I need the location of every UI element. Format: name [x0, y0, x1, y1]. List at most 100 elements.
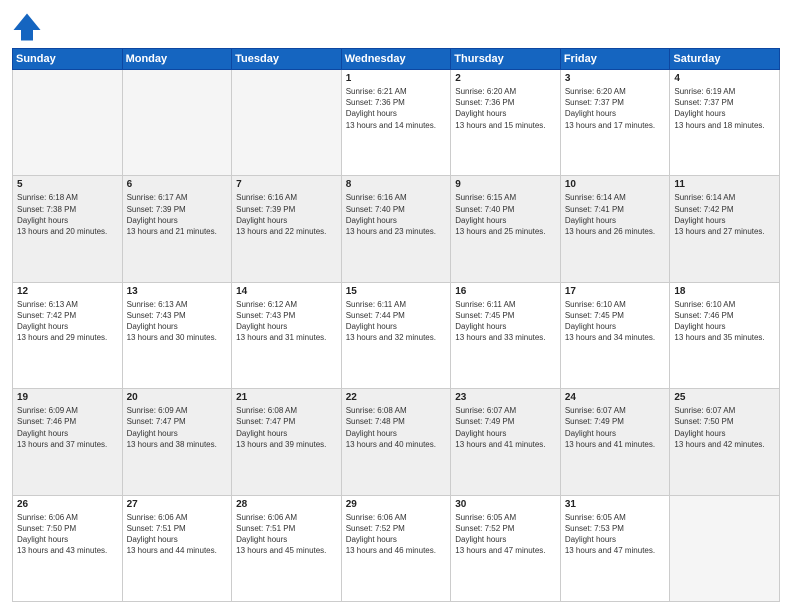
- calendar-cell: 31Sunrise: 6:05 AMSunset: 7:53 PMDayligh…: [560, 495, 670, 601]
- calendar-cell: 23 Sunrise: 6:07 AMSunset: 7:49 PMDayligh…: [451, 389, 561, 495]
- day-number: 7: [236, 179, 337, 190]
- day-info: Sunrise: 6:09 AMSunset: 7:46 PMDaylight …: [17, 405, 118, 450]
- day-info: Sunrise: 6:20 AMSunset: 7:36 PMDaylight …: [455, 86, 556, 131]
- day-number: 16: [455, 286, 556, 297]
- calendar-cell: 11Sunrise: 6:14 AMSunset: 7:42 PMDayligh…: [670, 176, 780, 282]
- day-number: 12: [17, 286, 118, 297]
- day-number: 14: [236, 286, 337, 297]
- day-number: 23: [455, 392, 556, 403]
- calendar-cell: 19 Sunrise: 6:09 AMSunset: 7:46 PMDayligh…: [13, 389, 123, 495]
- calendar-cell: 16 Sunrise: 6:11 AMSunset: 7:45 PMDayligh…: [451, 282, 561, 388]
- day-number: 1: [346, 73, 447, 84]
- header: [12, 10, 780, 42]
- calendar-cell: [670, 495, 780, 601]
- day-info: Sunrise: 6:10 AMSunset: 7:45 PMDaylight …: [565, 299, 666, 344]
- calendar-cell: 26 Sunrise: 6:06 AMSunset: 7:50 PMDayligh…: [13, 495, 123, 601]
- day-info: Sunrise: 6:10 AMSunset: 7:46 PMDaylight …: [674, 299, 775, 344]
- weekday-header-sunday: Sunday: [13, 49, 123, 70]
- calendar-week-row: 19 Sunrise: 6:09 AMSunset: 7:46 PMDayligh…: [13, 389, 780, 495]
- day-number: 4: [674, 73, 775, 84]
- calendar-cell: [122, 70, 232, 176]
- day-info: Sunrise: 6:06 AMSunset: 7:51 PMDaylight …: [127, 512, 228, 557]
- day-info: Sunrise: 6:07 AMSunset: 7:50 PMDaylight …: [674, 405, 775, 450]
- day-number: 19: [17, 392, 118, 403]
- day-number: 25: [674, 392, 775, 403]
- calendar-cell: 17 Sunrise: 6:10 AMSunset: 7:45 PMDayligh…: [560, 282, 670, 388]
- day-info: Sunrise: 6:11 AMSunset: 7:44 PMDaylight …: [346, 299, 447, 344]
- day-info: Sunrise: 6:13 AMSunset: 7:43 PMDaylight …: [127, 299, 228, 344]
- day-number: 5: [17, 179, 118, 190]
- day-number: 22: [346, 392, 447, 403]
- day-info: Sunrise: 6:14 AMSunset: 7:41 PMDaylight …: [565, 192, 666, 237]
- calendar-cell: 6 Sunrise: 6:17 AMSunset: 7:39 PMDaylight…: [122, 176, 232, 282]
- day-info: Sunrise: 6:06 AMSunset: 7:50 PMDaylight …: [17, 512, 118, 557]
- day-info: Sunrise: 6:20 AMSunset: 7:37 PMDaylight …: [565, 86, 666, 131]
- day-info: Sunrise: 6:17 AMSunset: 7:39 PMDaylight …: [127, 192, 228, 237]
- calendar-cell: [13, 70, 123, 176]
- day-number: 29: [346, 499, 447, 510]
- calendar-cell: 30Sunrise: 6:05 AMSunset: 7:52 PMDayligh…: [451, 495, 561, 601]
- day-number: 31: [565, 499, 666, 510]
- calendar-week-row: 12 Sunrise: 6:13 AMSunset: 7:42 PMDayligh…: [13, 282, 780, 388]
- calendar-cell: 29Sunrise: 6:06 AMSunset: 7:52 PMDayligh…: [341, 495, 451, 601]
- day-info: Sunrise: 6:18 AMSunset: 7:38 PMDaylight …: [17, 192, 118, 237]
- weekday-header-friday: Friday: [560, 49, 670, 70]
- day-number: 15: [346, 286, 447, 297]
- day-number: 26: [17, 499, 118, 510]
- day-info: Sunrise: 6:11 AMSunset: 7:45 PMDaylight …: [455, 299, 556, 344]
- day-number: 6: [127, 179, 228, 190]
- day-number: 30: [455, 499, 556, 510]
- weekday-header-tuesday: Tuesday: [232, 49, 342, 70]
- day-info: Sunrise: 6:14 AMSunset: 7:42 PMDaylight …: [674, 192, 775, 237]
- calendar-cell: [232, 70, 342, 176]
- day-number: 28: [236, 499, 337, 510]
- calendar-cell: 22Sunrise: 6:08 AMSunset: 7:48 PMDayligh…: [341, 389, 451, 495]
- calendar-cell: 28Sunrise: 6:06 AMSunset: 7:51 PMDayligh…: [232, 495, 342, 601]
- calendar-cell: 18 Sunrise: 6:10 AMSunset: 7:46 PMDayligh…: [670, 282, 780, 388]
- calendar-cell: 25 Sunrise: 6:07 AMSunset: 7:50 PMDayligh…: [670, 389, 780, 495]
- calendar-cell: 10 Sunrise: 6:14 AMSunset: 7:41 PMDayligh…: [560, 176, 670, 282]
- day-number: 27: [127, 499, 228, 510]
- day-info: Sunrise: 6:09 AMSunset: 7:47 PMDaylight …: [127, 405, 228, 450]
- day-info: Sunrise: 6:16 AMSunset: 7:40 PMDaylight …: [346, 192, 447, 237]
- day-number: 13: [127, 286, 228, 297]
- day-info: Sunrise: 6:13 AMSunset: 7:42 PMDaylight …: [17, 299, 118, 344]
- day-info: Sunrise: 6:08 AMSunset: 7:47 PMDaylight …: [236, 405, 337, 450]
- weekday-header-thursday: Thursday: [451, 49, 561, 70]
- calendar-cell: 21 Sunrise: 6:08 AMSunset: 7:47 PMDayligh…: [232, 389, 342, 495]
- calendar-week-row: 5 Sunrise: 6:18 AMSunset: 7:38 PMDaylight…: [13, 176, 780, 282]
- calendar-table: SundayMondayTuesdayWednesdayThursdayFrid…: [12, 48, 780, 602]
- calendar-cell: 27 Sunrise: 6:06 AMSunset: 7:51 PMDayligh…: [122, 495, 232, 601]
- calendar-week-row: 26 Sunrise: 6:06 AMSunset: 7:50 PMDayligh…: [13, 495, 780, 601]
- day-info: Sunrise: 6:12 AMSunset: 7:43 PMDaylight …: [236, 299, 337, 344]
- calendar-week-row: 1 Sunrise: 6:21 AMSunset: 7:36 PMDaylight…: [13, 70, 780, 176]
- day-number: 2: [455, 73, 556, 84]
- day-number: 18: [674, 286, 775, 297]
- day-info: Sunrise: 6:07 AMSunset: 7:49 PMDaylight …: [455, 405, 556, 450]
- calendar-cell: 1 Sunrise: 6:21 AMSunset: 7:36 PMDaylight…: [341, 70, 451, 176]
- calendar-cell: 12 Sunrise: 6:13 AMSunset: 7:42 PMDayligh…: [13, 282, 123, 388]
- day-number: 17: [565, 286, 666, 297]
- calendar-cell: 4 Sunrise: 6:19 AMSunset: 7:37 PMDaylight…: [670, 70, 780, 176]
- day-number: 21: [236, 392, 337, 403]
- day-info: Sunrise: 6:07 AMSunset: 7:49 PMDaylight …: [565, 405, 666, 450]
- calendar-cell: 7 Sunrise: 6:16 AMSunset: 7:39 PMDaylight…: [232, 176, 342, 282]
- calendar-cell: 24 Sunrise: 6:07 AMSunset: 7:49 PMDayligh…: [560, 389, 670, 495]
- weekday-header-row: SundayMondayTuesdayWednesdayThursdayFrid…: [13, 49, 780, 70]
- calendar-cell: 8 Sunrise: 6:16 AMSunset: 7:40 PMDaylight…: [341, 176, 451, 282]
- calendar-cell: 5 Sunrise: 6:18 AMSunset: 7:38 PMDaylight…: [13, 176, 123, 282]
- day-number: 9: [455, 179, 556, 190]
- day-info: Sunrise: 6:19 AMSunset: 7:37 PMDaylight …: [674, 86, 775, 131]
- calendar-cell: 3Sunrise: 6:20 AMSunset: 7:37 PMDaylight…: [560, 70, 670, 176]
- calendar-cell: 9 Sunrise: 6:15 AMSunset: 7:40 PMDaylight…: [451, 176, 561, 282]
- day-info: Sunrise: 6:16 AMSunset: 7:39 PMDaylight …: [236, 192, 337, 237]
- weekday-header-saturday: Saturday: [670, 49, 780, 70]
- day-number: 8: [346, 179, 447, 190]
- weekday-header-monday: Monday: [122, 49, 232, 70]
- day-number: 24: [565, 392, 666, 403]
- day-number: 10: [565, 179, 666, 190]
- calendar-cell: 13 Sunrise: 6:13 AMSunset: 7:43 PMDayligh…: [122, 282, 232, 388]
- logo: [12, 10, 48, 42]
- day-info: Sunrise: 6:15 AMSunset: 7:40 PMDaylight …: [455, 192, 556, 237]
- day-info: Sunrise: 6:21 AMSunset: 7:36 PMDaylight …: [346, 86, 447, 131]
